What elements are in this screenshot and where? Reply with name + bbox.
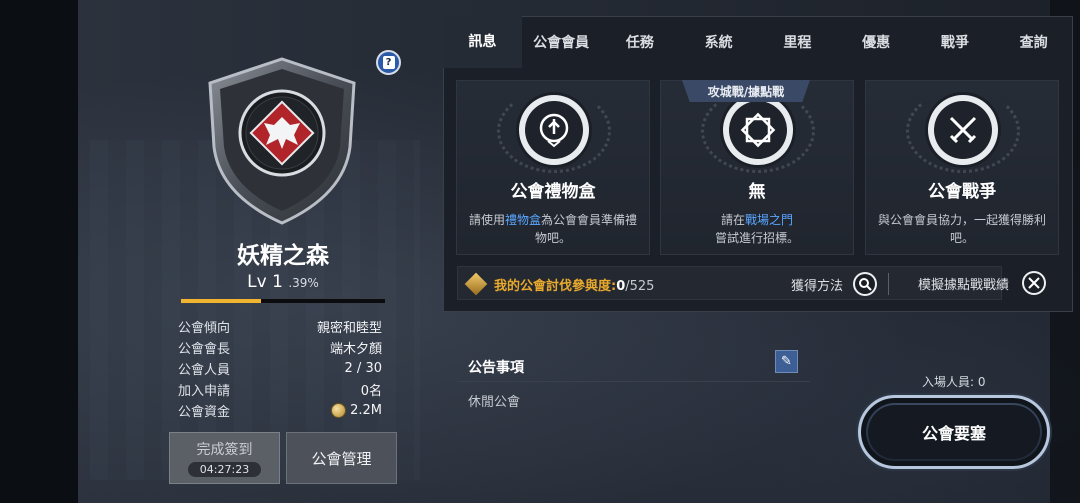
guild-name: 妖精之森 bbox=[237, 243, 329, 269]
left-edge bbox=[0, 0, 78, 503]
funds-amount: 2.2M bbox=[350, 403, 382, 418]
info-value: 端木夕顏 bbox=[329, 342, 382, 357]
footer-divider bbox=[888, 273, 889, 295]
info-row-funds: 公會資金 2.2M bbox=[178, 400, 382, 421]
tab-quests[interactable]: 任務 bbox=[601, 16, 680, 68]
crossed-swords-small-icon bbox=[1024, 273, 1044, 293]
gift-box-title: 公會禮物盒 bbox=[510, 182, 596, 202]
info-value: 親密和睦型 bbox=[316, 321, 382, 336]
tab-war[interactable]: 戰爭 bbox=[916, 16, 995, 68]
guild-fortress-button[interactable]: 公會要塞 bbox=[858, 395, 1050, 469]
battlefield-gate-link[interactable]: 戰場之門 bbox=[745, 213, 793, 227]
tab-bar: 訊息 公會會員 任務 系統 里程 優惠 戰爭 查詢 bbox=[443, 16, 1073, 68]
notice-body: 休閒公會 bbox=[468, 395, 521, 410]
guild-manage-button[interactable]: 公會管理 bbox=[286, 432, 397, 484]
guild-war-card[interactable]: 公會戰爭 與公會會員協力，一起獲得勝利吧。 bbox=[865, 80, 1059, 255]
siege-title: 無 bbox=[748, 182, 766, 202]
gem-icon bbox=[464, 272, 488, 296]
level-progress-fill bbox=[181, 299, 261, 303]
participation-text: 我的公會討伐參與度:0/525 bbox=[494, 279, 655, 294]
participation-current: 0 bbox=[616, 279, 626, 294]
checkin-label: 完成簽到 bbox=[196, 442, 253, 458]
how-to-obtain-label[interactable]: 獲得方法 bbox=[791, 275, 843, 294]
participation-max: /525 bbox=[625, 279, 655, 294]
info-row-tendency: 公會傾向 親密和睦型 bbox=[178, 316, 382, 337]
info-row-applications: 加入申請 0名 bbox=[178, 379, 382, 400]
siege-icon bbox=[729, 101, 787, 159]
gift-box-icon bbox=[525, 101, 583, 159]
info-value-funds: 2.2M bbox=[331, 403, 382, 418]
level-percent: .39% bbox=[288, 276, 319, 290]
pencil-icon: ✎ bbox=[781, 354, 792, 369]
siege-icon-wrap bbox=[723, 95, 793, 165]
tab-members[interactable]: 公會會員 bbox=[522, 16, 601, 68]
info-key: 公會傾向 bbox=[178, 321, 231, 336]
level-label: Lv 1 bbox=[247, 272, 283, 292]
siege-desc: 請在戰場之門 嘗試進行招標。 bbox=[714, 213, 799, 245]
siege-record-button[interactable] bbox=[1022, 271, 1046, 295]
siege-ribbon: 攻城戰/據點戰 bbox=[682, 80, 810, 102]
tab-search[interactable]: 查詢 bbox=[994, 16, 1073, 68]
gift-box-link[interactable]: 禮物盒 bbox=[505, 213, 541, 227]
guild-emblem bbox=[208, 57, 356, 225]
guild-war-desc: 與公會會員協力，一起獲得勝利吧。 bbox=[877, 213, 1046, 245]
info-row-members: 公會人員 2 / 30 bbox=[178, 358, 382, 379]
guild-info-list: 公會傾向 親密和睦型 公會會長 端木夕顏 公會人員 2 / 30 加入申請 0名… bbox=[178, 316, 382, 421]
checkin-timer: 04:27:23 bbox=[187, 462, 262, 477]
notice-title: 公告事項 bbox=[468, 360, 524, 376]
edit-notice-button[interactable]: ✎ bbox=[775, 350, 798, 373]
gift-box-desc: 請使用禮物盒為公會會員準備禮物吧。 bbox=[468, 213, 638, 245]
info-key: 加入申請 bbox=[178, 384, 231, 399]
gift-box-card[interactable]: 公會禮物盒 請使用禮物盒為公會會員準備禮物吧。 bbox=[456, 80, 650, 255]
info-value: 2 / 30 bbox=[344, 361, 382, 376]
search-button[interactable] bbox=[853, 272, 877, 296]
info-key: 公會會長 bbox=[178, 342, 231, 357]
coin-icon bbox=[331, 403, 347, 418]
crossed-swords-icon bbox=[934, 101, 992, 159]
tab-mileage[interactable]: 里程 bbox=[758, 16, 837, 68]
info-key: 公會人員 bbox=[178, 363, 231, 378]
siege-card[interactable]: 無 請在戰場之門 嘗試進行招標。 bbox=[660, 80, 854, 255]
guild-war-icon-wrap bbox=[928, 95, 998, 165]
guild-war-title: 公會戰爭 bbox=[928, 182, 996, 202]
info-value: 0名 bbox=[360, 384, 382, 399]
info-key: 公會資金 bbox=[178, 405, 231, 420]
guild-fortress-label: 公會要塞 bbox=[868, 405, 1040, 459]
search-icon bbox=[855, 274, 875, 294]
guild-level: Lv 1 .39% bbox=[180, 272, 386, 292]
tab-system[interactable]: 系統 bbox=[679, 16, 758, 68]
checkin-button[interactable]: 完成簽到 04:27:23 bbox=[169, 432, 280, 484]
tab-info[interactable]: 訊息 bbox=[443, 16, 522, 68]
help-icon[interactable]: ? bbox=[376, 50, 401, 75]
info-row-leader: 公會會長 端木夕顏 bbox=[178, 337, 382, 358]
gift-box-icon-wrap bbox=[519, 95, 589, 165]
tab-benefits[interactable]: 優惠 bbox=[837, 16, 916, 68]
level-progress-bar bbox=[180, 298, 386, 304]
simulated-siege-record-label[interactable]: 模擬據點戰戰績 bbox=[918, 274, 1009, 293]
notice-divider bbox=[458, 381, 810, 382]
entry-count: 入場人員: 0 bbox=[922, 375, 986, 389]
